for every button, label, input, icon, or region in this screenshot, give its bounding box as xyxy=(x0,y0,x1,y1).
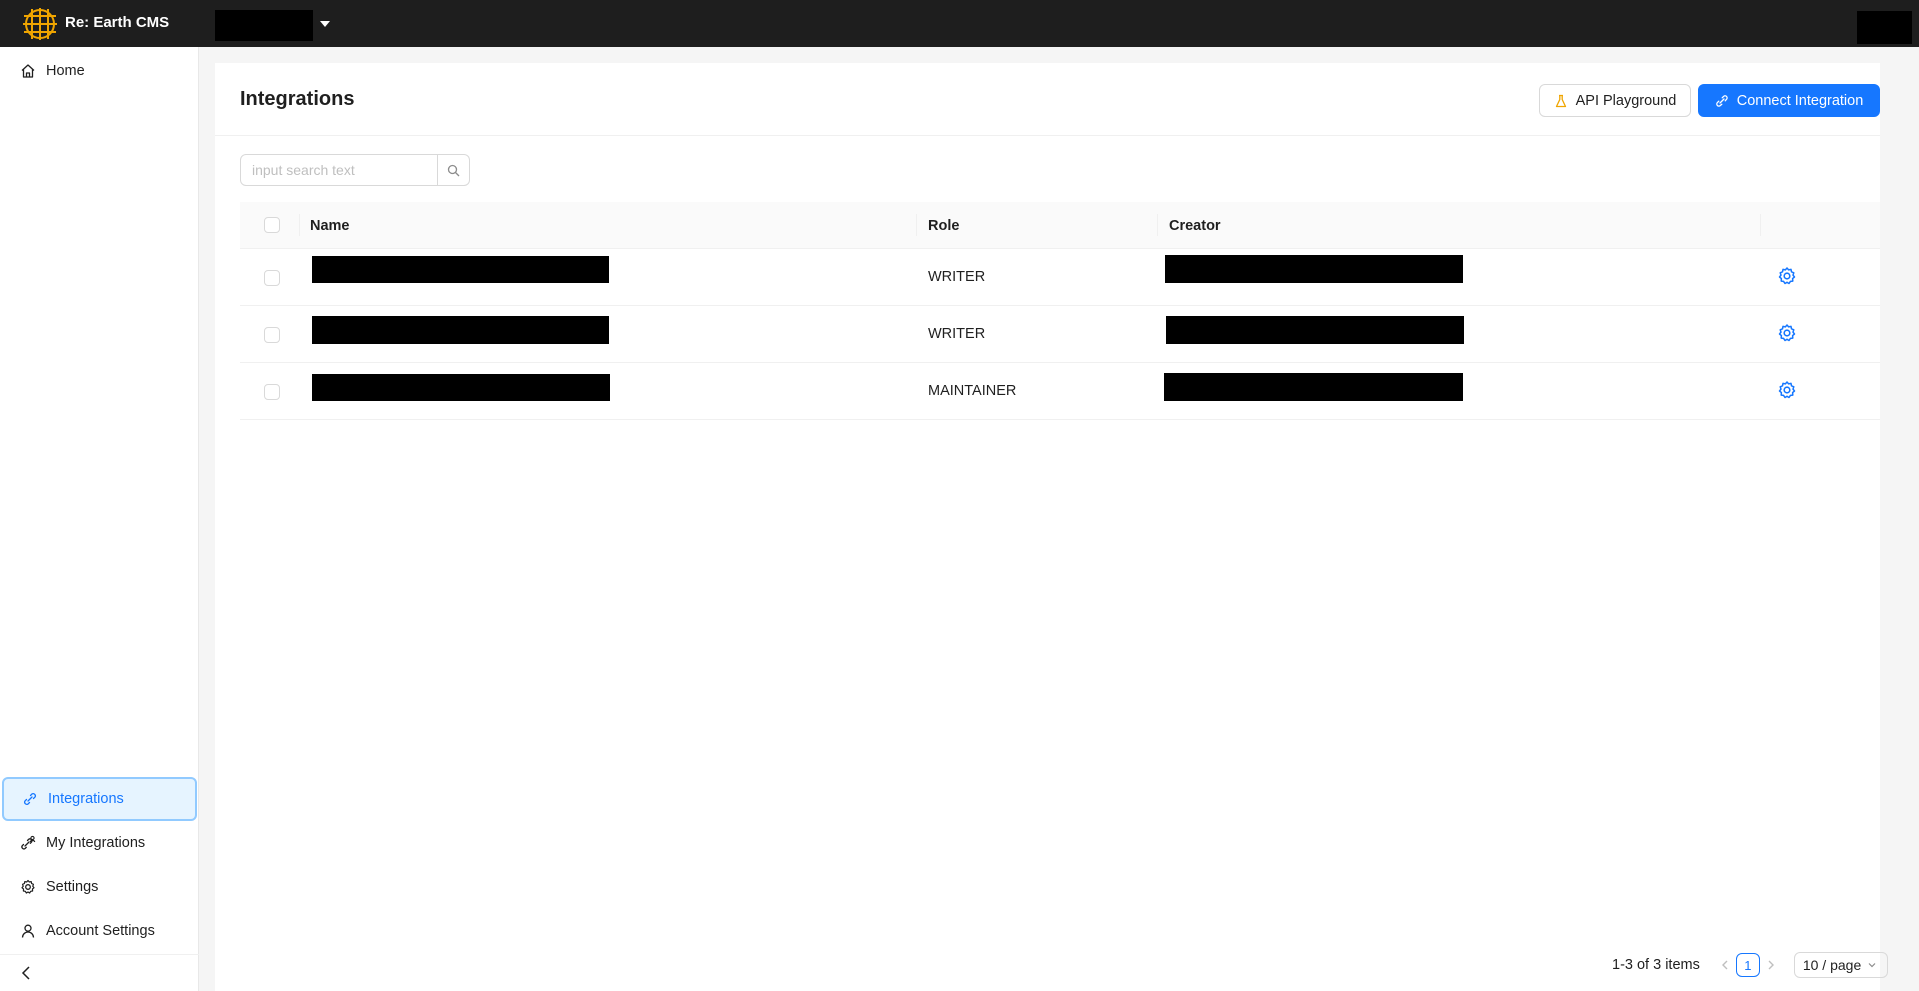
settings-gear-icon[interactable] xyxy=(1777,266,1797,286)
sidebar-item-label: Integrations xyxy=(48,791,124,807)
integration-name-redacted xyxy=(312,256,609,283)
sidebar-item-settings[interactable]: Settings xyxy=(2,865,197,909)
connect-integration-label: Connect Integration xyxy=(1736,92,1864,109)
creator-redacted xyxy=(1164,373,1463,401)
page-header: Integrations API Playground Connect Inte… xyxy=(215,63,1880,136)
page-size-select[interactable]: 10 / page xyxy=(1793,952,1888,978)
caret-down-icon[interactable] xyxy=(318,17,332,31)
sidebar-item-label: Account Settings xyxy=(46,923,155,939)
workspace-name-redacted[interactable] xyxy=(215,10,313,41)
role-cell: WRITER xyxy=(928,326,986,342)
api-playground-label: API Playground xyxy=(1575,92,1677,109)
row-checkbox[interactable] xyxy=(264,270,280,286)
link-icon xyxy=(1715,94,1728,107)
settings-gear-icon[interactable] xyxy=(1777,323,1797,343)
settings-gear-icon[interactable] xyxy=(1777,380,1797,400)
sidebar-item-label: My Integrations xyxy=(46,835,146,851)
home-icon xyxy=(21,64,35,78)
creator-redacted xyxy=(1165,255,1463,283)
column-header-creator[interactable]: Creator xyxy=(1169,202,1221,249)
row-checkbox[interactable] xyxy=(264,384,280,400)
integrations-table: Name Role Creator WRITER WRITER MAINTAIN… xyxy=(240,202,1880,420)
user-icon xyxy=(21,924,35,938)
gear-icon xyxy=(21,879,35,894)
table-header: Name Role Creator xyxy=(240,202,1880,249)
page-title: Integrations xyxy=(240,88,355,110)
pagination-total: 1-3 of 3 items xyxy=(1612,957,1700,973)
brand-name: Re: Earth CMS xyxy=(65,14,170,31)
connect-integration-button[interactable]: Connect Integration xyxy=(1698,84,1880,117)
integration-name-redacted xyxy=(312,316,609,344)
sidebar-item-label: Settings xyxy=(46,879,99,895)
role-cell: WRITER xyxy=(928,269,986,285)
creator-redacted xyxy=(1166,316,1464,344)
main-content: Integrations API Playground Connect Inte… xyxy=(215,63,1880,991)
account-menu-redacted[interactable] xyxy=(1857,11,1912,44)
top-bar: Re: Earth CMS xyxy=(0,0,1919,47)
chevron-left-icon xyxy=(21,966,30,980)
link-icon xyxy=(23,792,37,806)
logo-icon[interactable] xyxy=(22,7,58,41)
search-bar xyxy=(240,154,470,186)
flask-icon xyxy=(1555,94,1566,107)
sidebar-item-account-settings[interactable]: Account Settings xyxy=(2,909,197,953)
sidebar: Home Integrations My Integrations Settin… xyxy=(0,47,199,991)
next-page-icon[interactable] xyxy=(1764,958,1778,972)
collapse-sidebar-button[interactable] xyxy=(0,954,199,991)
prev-page-icon[interactable] xyxy=(1718,958,1732,972)
row-checkbox[interactable] xyxy=(264,327,280,343)
integration-name-redacted xyxy=(312,374,610,401)
table-row[interactable]: WRITER xyxy=(240,306,1880,363)
table-row[interactable]: WRITER xyxy=(240,249,1880,306)
select-all-checkbox[interactable] xyxy=(264,217,280,233)
search-button[interactable] xyxy=(438,154,470,186)
sidebar-item-home[interactable]: Home xyxy=(2,49,197,93)
page-number-button[interactable]: 1 xyxy=(1735,953,1760,977)
sidebar-item-integrations[interactable]: Integrations xyxy=(2,777,197,821)
page-size-value: 10 / page xyxy=(1802,957,1862,973)
role-cell: MAINTAINER xyxy=(928,383,1017,399)
api-playground-button[interactable]: API Playground xyxy=(1539,84,1691,117)
column-header-role[interactable]: Role xyxy=(928,202,959,249)
table-row[interactable]: MAINTAINER xyxy=(240,363,1880,420)
search-icon xyxy=(447,164,460,176)
my-integrations-icon xyxy=(21,835,36,850)
column-header-name[interactable]: Name xyxy=(310,202,350,249)
chevron-down-icon xyxy=(1868,963,1876,968)
sidebar-item-my-integrations[interactable]: My Integrations xyxy=(2,821,197,865)
search-input[interactable] xyxy=(240,154,438,186)
sidebar-item-label: Home xyxy=(46,63,85,79)
pagination: 1-3 of 3 items 1 10 / page xyxy=(1612,952,1888,978)
